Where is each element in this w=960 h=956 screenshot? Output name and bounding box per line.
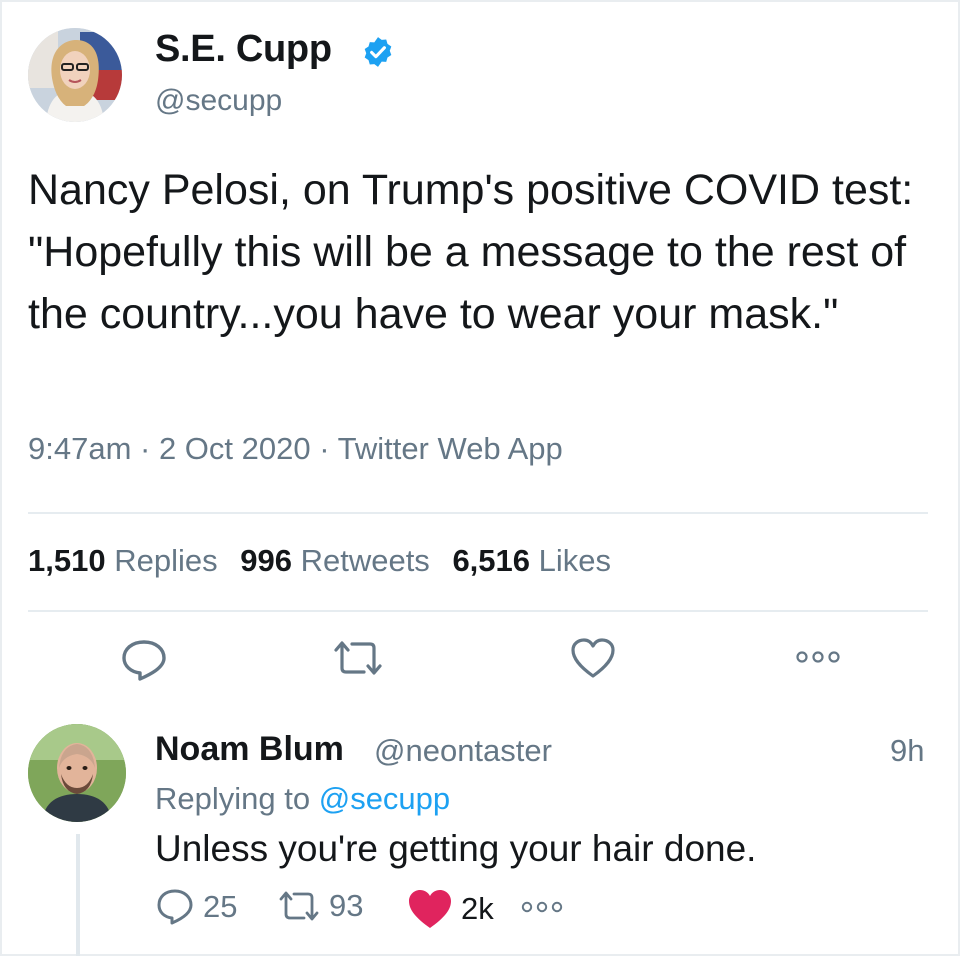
like-icon[interactable] [569, 636, 617, 680]
author-name[interactable]: S.E. Cupp [155, 28, 332, 71]
tweet-card: S.E. Cupp @secupp Nancy Pelosi, on Trump… [0, 0, 960, 956]
replies-count[interactable]: 1,510 [28, 543, 106, 578]
more-icon[interactable] [795, 650, 841, 664]
reply-author-name[interactable]: Noam Blum [155, 730, 344, 769]
reply-reply-button[interactable]: 25 [155, 888, 237, 926]
replying-to-line: Replying to @secupp [155, 781, 450, 817]
heart-filled-icon [409, 890, 451, 928]
author-handle[interactable]: @secupp [155, 84, 282, 118]
more-icon [521, 901, 563, 913]
reply-icon [157, 889, 193, 925]
retweet-icon[interactable] [330, 638, 386, 678]
reply-replies-count: 25 [203, 889, 238, 924]
tweet-text: Nancy Pelosi, on Trump's positive COVID … [28, 166, 914, 338]
retweets-label[interactable]: Retweets [301, 543, 430, 578]
verified-badge-icon [364, 37, 392, 67]
divider [28, 512, 928, 514]
reply-retweet-button[interactable]: 93 [277, 888, 363, 924]
retweets-count[interactable]: 996 [240, 543, 292, 578]
divider [28, 610, 928, 612]
thread-line [76, 834, 80, 956]
reply-retweets-count: 93 [329, 888, 364, 923]
likes-label[interactable]: Likes [539, 543, 611, 578]
reply-timestamp[interactable]: 9h [890, 733, 924, 769]
reply-author-handle[interactable]: @neontaster [374, 733, 552, 769]
tweet-stats: 1,510 Replies 996 Retweets 6,516 Likes [28, 543, 625, 579]
replying-to-mention[interactable]: @secupp [319, 781, 450, 816]
replying-to-prefix: Replying to [155, 781, 311, 816]
reply-like-button[interactable]: 2k [407, 888, 494, 930]
reply-text: Unless you're getting your hair done. [155, 828, 757, 869]
tweet-meta[interactable]: 9:47am · 2 Oct 2020 · Twitter Web App [28, 431, 563, 467]
likes-count[interactable]: 6,516 [452, 543, 530, 578]
retweet-icon [279, 891, 319, 921]
replies-label[interactable]: Replies [114, 543, 217, 578]
reply-author-avatar[interactable] [28, 724, 126, 822]
reply-icon[interactable] [119, 638, 169, 682]
reply-likes-count: 2k [461, 891, 494, 926]
author-avatar[interactable] [28, 28, 122, 122]
reply-more-button[interactable] [520, 900, 572, 914]
